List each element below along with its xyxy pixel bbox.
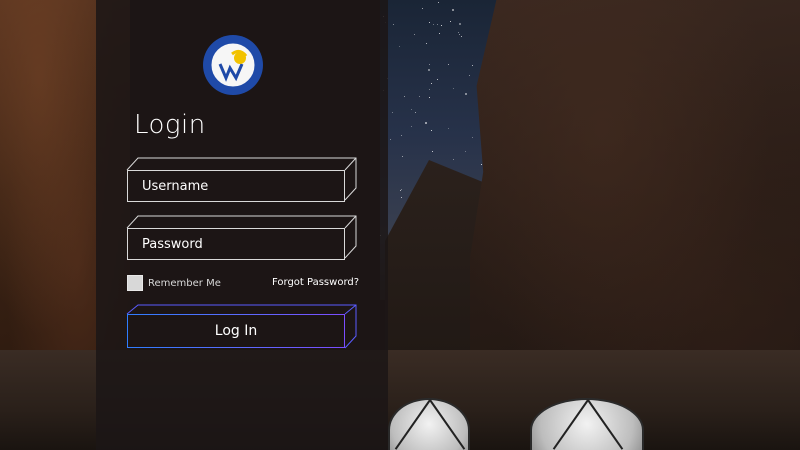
star bbox=[393, 24, 394, 25]
star bbox=[450, 21, 451, 22]
star bbox=[399, 46, 400, 47]
star bbox=[429, 89, 430, 90]
username-input[interactable] bbox=[128, 171, 344, 201]
star bbox=[437, 24, 438, 25]
star bbox=[426, 43, 427, 44]
password-input[interactable] bbox=[128, 229, 344, 259]
star bbox=[472, 65, 473, 66]
username-field bbox=[127, 170, 345, 202]
star bbox=[401, 197, 402, 198]
remember-me-checkbox[interactable] bbox=[127, 275, 143, 291]
forgot-password-link[interactable]: Forgot Password? bbox=[272, 277, 359, 288]
star bbox=[429, 97, 430, 98]
star bbox=[429, 64, 430, 65]
star bbox=[459, 34, 460, 35]
remember-me-label: Remember Me bbox=[148, 277, 221, 289]
star bbox=[414, 34, 415, 35]
star bbox=[390, 139, 391, 140]
star bbox=[392, 112, 393, 113]
star bbox=[459, 23, 461, 25]
star bbox=[431, 83, 432, 84]
star bbox=[439, 33, 440, 34]
login-button[interactable]: Log In bbox=[127, 314, 345, 348]
star bbox=[437, 79, 438, 80]
star bbox=[432, 151, 433, 152]
star bbox=[429, 22, 430, 23]
star bbox=[469, 75, 470, 76]
star bbox=[453, 88, 454, 89]
remember-me-option[interactable]: Remember Me bbox=[127, 275, 221, 291]
star bbox=[411, 126, 412, 127]
star bbox=[401, 135, 402, 136]
star bbox=[433, 24, 434, 25]
star bbox=[438, 2, 439, 3]
star bbox=[400, 190, 401, 191]
star bbox=[472, 137, 473, 138]
star bbox=[481, 164, 482, 165]
star bbox=[404, 96, 405, 97]
password-field bbox=[127, 228, 345, 260]
star bbox=[425, 122, 427, 124]
star bbox=[461, 36, 462, 37]
star bbox=[465, 93, 467, 95]
star bbox=[448, 64, 449, 65]
star bbox=[431, 130, 432, 131]
star bbox=[465, 151, 466, 152]
star bbox=[453, 159, 454, 160]
star bbox=[452, 9, 454, 11]
star bbox=[448, 128, 449, 129]
star bbox=[401, 189, 402, 190]
star bbox=[428, 69, 430, 71]
star bbox=[411, 109, 412, 110]
star bbox=[402, 156, 403, 157]
university-seal-icon bbox=[203, 35, 263, 95]
star bbox=[415, 112, 416, 113]
page-title: Login bbox=[134, 110, 206, 140]
star bbox=[458, 32, 459, 33]
star bbox=[419, 96, 420, 97]
star bbox=[422, 8, 423, 9]
star bbox=[441, 25, 442, 26]
